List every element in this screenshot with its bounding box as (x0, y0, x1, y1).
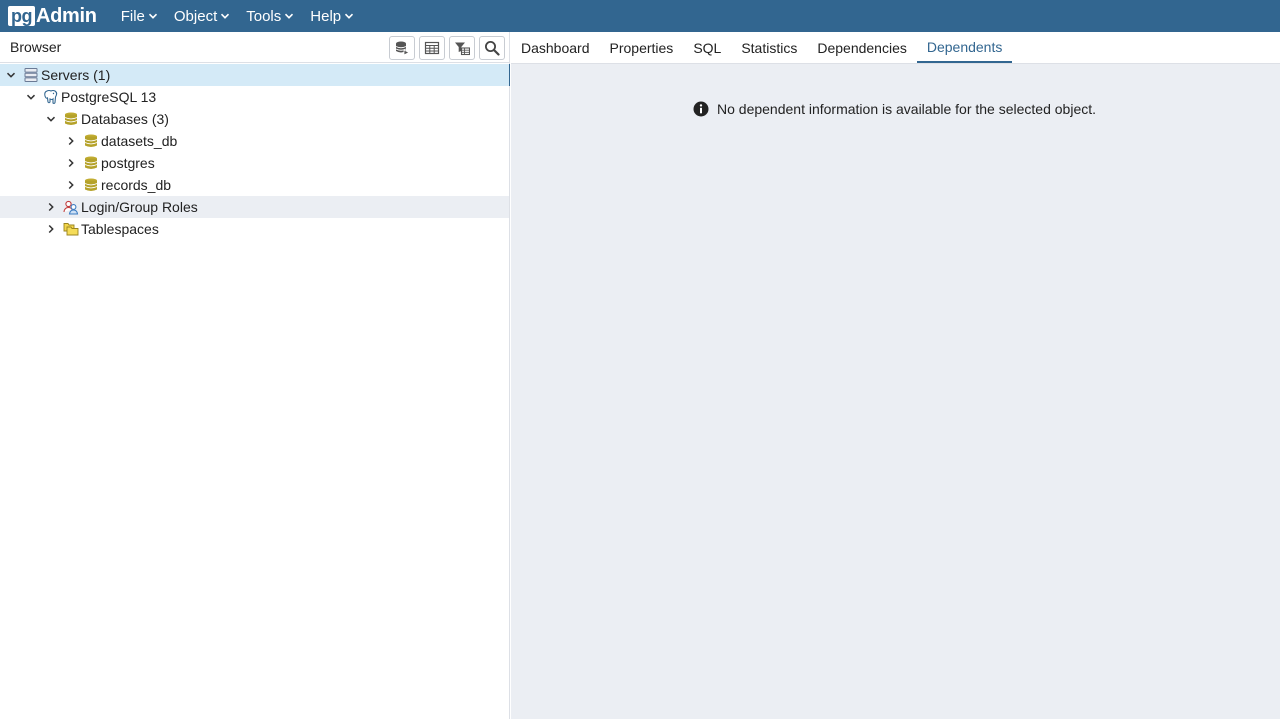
tree-node-database[interactable]: datasets_db (0, 130, 509, 152)
tree-label-database: datasets_db (101, 133, 178, 149)
tab-dependencies[interactable]: Dependencies (807, 32, 917, 63)
menu-object[interactable]: Object (174, 8, 230, 25)
tree-node-database[interactable]: postgres (0, 152, 509, 174)
menu-object-label: Object (173, 7, 218, 25)
tree-node-database[interactable]: records_db (0, 174, 509, 196)
logo-admin-text: Admin (36, 4, 97, 27)
tab-dependents[interactable]: Dependents (916, 32, 1013, 63)
info-icon (693, 101, 709, 117)
top-navbar: pg Admin File Object Tools Help (0, 0, 1280, 32)
tab-statistics[interactable]: Statistics (731, 32, 807, 63)
chevron-right-icon[interactable] (66, 180, 76, 190)
filtered-rows-button[interactable] (449, 36, 475, 60)
chevron-down-icon (345, 13, 354, 19)
database-icon (84, 156, 98, 169)
menu-tools[interactable]: Tools (246, 8, 294, 25)
pgadmin-logo[interactable]: pg Admin (8, 0, 97, 32)
logo-pg-text: pg (8, 6, 35, 26)
tree-node-tablespaces[interactable]: Tablespaces (0, 218, 509, 240)
tree-label-database: records_db (101, 177, 172, 193)
chevron-right-icon[interactable] (66, 158, 76, 168)
tree-node-servers[interactable]: Servers (1) (0, 64, 509, 86)
group-roles-icon (63, 200, 79, 215)
info-message-text: No dependent information is available fo… (717, 101, 1097, 117)
chevron-down-icon (148, 13, 157, 19)
chevron-down-icon (221, 13, 230, 19)
chevron-down-icon[interactable] (26, 92, 36, 102)
table-icon (424, 41, 440, 55)
database-icon (84, 134, 98, 147)
main-menu: File Object Tools Help (121, 0, 370, 32)
servers-icon (24, 68, 38, 82)
tablespaces-folder-icon (63, 223, 79, 236)
query-tool-icon (395, 41, 410, 56)
menu-file[interactable]: File (121, 8, 158, 25)
tree-node-server[interactable]: PostgreSQL 13 (0, 86, 509, 108)
tree-node-roles[interactable]: Login/Group Roles (0, 196, 509, 218)
search-objects-button[interactable] (479, 36, 505, 60)
databases-icon (64, 112, 78, 125)
tree-node-databases[interactable]: Databases (3) (0, 108, 509, 130)
browser-header: Browser (0, 32, 509, 63)
info-message: No dependent information is available fo… (693, 101, 1096, 117)
search-icon (485, 41, 500, 56)
tree-label-database: postgres (101, 155, 155, 171)
chevron-down-icon (285, 13, 294, 19)
dependents-panel: No dependent information is available fo… (511, 64, 1280, 719)
tab-properties[interactable]: Properties (600, 32, 684, 63)
view-data-button[interactable] (419, 36, 445, 60)
tree-label-tablespaces: Tablespaces (81, 221, 159, 237)
filter-table-icon (455, 42, 470, 56)
browser-panel: Browser Servers (1) PostgreSQL 13 Databa… (0, 32, 510, 719)
object-tree: Servers (1) PostgreSQL 13 Databases (3) (0, 64, 509, 240)
query-tool-button[interactable] (389, 36, 415, 60)
chevron-down-icon[interactable] (46, 114, 56, 124)
menu-help-label: Help (310, 7, 342, 25)
menu-file-label: File (120, 7, 145, 25)
tree-label-roles: Login/Group Roles (81, 199, 198, 215)
database-icon (84, 178, 98, 191)
menu-help[interactable]: Help (310, 8, 354, 25)
tree-label-databases: Databases (3) (81, 111, 169, 127)
browser-toolbar (385, 36, 505, 60)
chevron-down-icon[interactable] (6, 70, 16, 80)
chevron-right-icon[interactable] (46, 224, 56, 234)
chevron-right-icon[interactable] (66, 136, 76, 146)
postgresql-elephant-icon (44, 89, 58, 104)
browser-title: Browser (10, 39, 62, 55)
menu-tools-label: Tools (246, 7, 282, 25)
tree-label-server: PostgreSQL 13 (61, 89, 157, 105)
tab-sql[interactable]: SQL (683, 32, 731, 63)
chevron-right-icon[interactable] (46, 202, 56, 212)
tab-dashboard[interactable]: Dashboard (511, 32, 600, 63)
detail-tabs: Dashboard Properties SQL Statistics Depe… (511, 32, 1280, 64)
tree-label-servers: Servers (1) (41, 67, 111, 83)
